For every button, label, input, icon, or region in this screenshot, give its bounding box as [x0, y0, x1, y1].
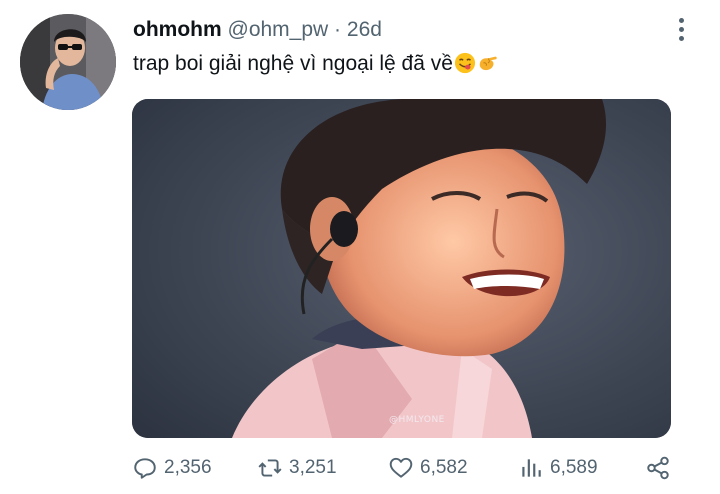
separator: · — [334, 18, 342, 41]
reply-count: 2,356 — [164, 457, 212, 478]
tweet-media[interactable]: @HMLYONE — [132, 99, 671, 438]
share-button[interactable] — [645, 452, 671, 484]
tweet-header: ohmohm @ohm_pw · 26d — [133, 16, 382, 44]
retweet-icon — [258, 459, 282, 477]
view-count: 6,589 — [550, 457, 598, 478]
tweet-text: trap boi giải nghệ vì ngoại lệ đã về — [133, 49, 499, 79]
retweet-count: 3,251 — [289, 457, 337, 478]
views-icon — [522, 459, 541, 477]
heart-icon — [389, 457, 413, 478]
like-button[interactable]: 6,582 — [388, 452, 468, 484]
retweet-button[interactable]: 3,251 — [257, 452, 337, 484]
reply-button[interactable]: 2,356 — [132, 452, 212, 484]
image-watermark: @HMLYONE — [389, 415, 445, 425]
share-icon — [647, 456, 669, 480]
like-count: 6,582 — [420, 457, 468, 478]
timestamp[interactable]: 26d — [347, 18, 382, 41]
photo-image — [132, 99, 671, 438]
avatar[interactable] — [20, 14, 116, 110]
views-button[interactable]: 6,589 — [518, 452, 598, 484]
avatar-image — [20, 14, 116, 110]
handle[interactable]: @ohm_pw — [228, 18, 329, 41]
yum-face-emoji — [454, 52, 475, 74]
reply-icon — [134, 458, 156, 479]
tweet-text-content: trap boi giải nghệ vì ngoại lệ đã về — [133, 52, 453, 75]
tweet-actions: 2,356 3,251 6,582 6,589 — [132, 452, 682, 484]
display-name[interactable]: ohmohm — [133, 18, 222, 41]
pinching-hand-emoji — [479, 56, 497, 71]
more-vertical-icon[interactable] — [668, 14, 694, 48]
